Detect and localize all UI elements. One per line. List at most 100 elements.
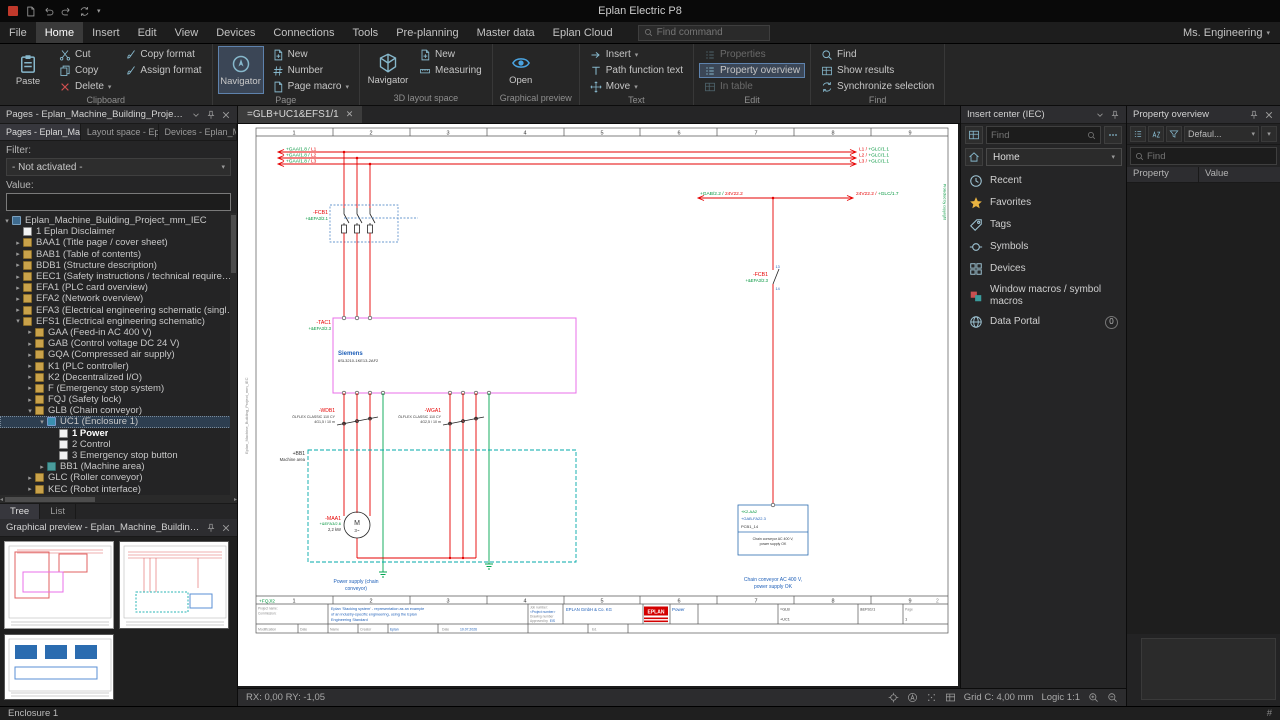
measuring-button[interactable]: Measuring [414, 63, 487, 78]
logic-scale[interactable]: Logic 1:1 [1041, 692, 1080, 703]
insert-center-item[interactable]: Data Portal 0 [961, 311, 1126, 333]
tree-item[interactable]: ▸ EFA3 (Electrical engineering schematic… [0, 305, 237, 316]
tree-expander-icon[interactable]: ▸ [13, 239, 23, 247]
preview-thumbnail-3[interactable] [4, 634, 114, 700]
copy-format-button[interactable]: Copy format [119, 47, 206, 62]
sync-icon[interactable] [79, 6, 90, 17]
tree-expander-icon[interactable]: ▸ [37, 463, 47, 471]
value-column-header[interactable]: Value [1199, 167, 1235, 182]
tree-item[interactable]: ▸ BAB1 (Table of contents) [0, 249, 237, 260]
pin-icon[interactable] [1110, 110, 1120, 120]
insert-center-item[interactable]: Devices [961, 258, 1126, 280]
scheme-dropdown-button[interactable]: ▾ [1261, 126, 1277, 142]
tree-expander-icon[interactable]: ▸ [13, 284, 23, 292]
tree-list-tab[interactable]: Tree [0, 504, 40, 519]
synchronize-selection-button[interactable]: Synchronize selection [816, 79, 939, 94]
list-view-button[interactable] [1130, 126, 1146, 142]
user-name[interactable]: Ms. Engineering [1183, 27, 1263, 39]
tree-item[interactable]: ▸ GAB (Control voltage DC 24 V) [0, 338, 237, 349]
property-table-body[interactable] [1127, 183, 1280, 634]
panel-tab[interactable]: Devices - Eplan_M... [159, 124, 237, 140]
tree-expander-icon[interactable]: ▸ [25, 328, 35, 336]
tree-item[interactable]: 1 Eplan Disclaimer [0, 226, 237, 237]
open-preview-button[interactable]: Open [498, 46, 544, 92]
user-chevron-icon[interactable]: ▾ [1266, 29, 1270, 37]
tree-item[interactable]: ▸ FQJ (Safety lock) [0, 394, 237, 405]
chevron-down-icon[interactable] [1095, 110, 1105, 120]
pin-icon[interactable] [1249, 110, 1259, 120]
tree-expander-icon[interactable]: ▸ [13, 306, 23, 314]
drawing-canvas[interactable]: 1 2 3 4 5 6 7 8 9 1 2 [238, 124, 958, 686]
tree-expander-icon[interactable]: ▸ [13, 261, 23, 269]
insert-center-item[interactable]: Symbols [961, 236, 1126, 258]
tree-expander-icon[interactable]: ▸ [25, 384, 35, 392]
insert-center-item[interactable]: Tags [961, 214, 1126, 236]
tree-item[interactable]: ▸ EEC1 (Safety instructions / technical … [0, 271, 237, 282]
menu-item[interactable]: Home [36, 22, 83, 43]
tree-expander-icon[interactable]: ▸ [25, 362, 35, 370]
object-snap-icon[interactable] [907, 692, 918, 703]
grid-snap-icon[interactable] [926, 692, 937, 703]
menu-item[interactable]: Insert [83, 22, 129, 43]
menu-item[interactable]: Tools [344, 22, 388, 43]
menu-item[interactable]: Master data [468, 22, 544, 43]
delete-button[interactable]: Delete▾ [54, 79, 116, 94]
page-number-button[interactable]: Number [267, 63, 354, 78]
undo-icon[interactable] [43, 6, 54, 17]
tree-expander-icon[interactable]: ▸ [25, 474, 35, 482]
save-icon[interactable] [25, 6, 36, 17]
property-column-header[interactable]: Property [1127, 167, 1199, 182]
menu-item[interactable]: Edit [129, 22, 166, 43]
grid-size[interactable]: Grid C: 4,00 mm [964, 692, 1034, 703]
tree-item[interactable]: ▸ K1 (PLC controller) [0, 360, 237, 371]
editor-tab[interactable]: =GLB+UC1&EFS1/1✕ [238, 106, 362, 123]
tree-item[interactable]: ▸ BAA1 (Title page / cover sheet) [0, 237, 237, 248]
tree-expander-icon[interactable]: ▸ [13, 250, 23, 258]
home-button[interactable] [965, 148, 983, 166]
menu-item[interactable]: Eplan Cloud [544, 22, 622, 43]
tree-item[interactable]: ▸ GAA (Feed-in AC 400 V) [0, 327, 237, 338]
pin-icon[interactable] [206, 523, 216, 533]
find-command-input[interactable] [657, 27, 764, 38]
scheme-select[interactable]: Defaul...▾ [1184, 126, 1259, 142]
menu-item[interactable]: Devices [207, 22, 264, 43]
tree-horizontal-scrollbar[interactable]: ◂▸ [0, 495, 237, 503]
tree-item[interactable]: ▸ BDB1 (Structure description) [0, 260, 237, 271]
in-table-button[interactable]: In table [699, 79, 805, 94]
preview-thumbnail-1[interactable] [4, 541, 114, 629]
tree-item[interactable]: ▸ EFA1 (PLC card overview) [0, 282, 237, 293]
layout-new-button[interactable]: New [414, 47, 487, 62]
find-button[interactable]: Find [816, 47, 939, 62]
tree-item[interactable]: ▸ K2 (Decentralized I/O) [0, 372, 237, 383]
text-move-button[interactable]: Move▾ [585, 79, 688, 94]
insert-center-search[interactable] [986, 126, 1101, 144]
tree-expander-icon[interactable]: ▸ [13, 295, 23, 303]
tree-item[interactable]: ▾ EFS1 (Electrical engineering schematic… [0, 316, 237, 327]
pin-icon[interactable] [206, 110, 216, 120]
tree-expander-icon[interactable]: ▸ [25, 485, 35, 493]
tree-item[interactable]: 1 Power [0, 428, 237, 439]
page-new-button[interactable]: New [267, 47, 354, 62]
grid-icon[interactable] [945, 692, 956, 703]
tree-expander-icon[interactable]: ▾ [2, 217, 12, 225]
insert-center-item[interactable]: Recent [961, 170, 1126, 192]
chevron-down-icon[interactable] [191, 110, 201, 120]
tree-expander-icon[interactable]: ▸ [13, 273, 23, 281]
tree-expander-icon[interactable]: ▾ [25, 407, 35, 415]
tree-expander-icon[interactable]: ▾ [13, 317, 23, 325]
sort-button[interactable] [1148, 126, 1164, 142]
crosshair-icon[interactable] [888, 692, 899, 703]
close-icon[interactable] [221, 110, 231, 120]
value-input[interactable] [6, 193, 231, 211]
page-navigator-button[interactable]: Navigator [218, 46, 264, 94]
property-search-input[interactable] [1147, 151, 1272, 162]
filter-select[interactable]: - Not activated -▾ [6, 158, 231, 176]
insert-center-item[interactable]: Window macros / symbol macros [961, 280, 1126, 311]
tree-item[interactable]: ▸ GLC (Roller conveyor) [0, 472, 237, 483]
close-icon[interactable] [221, 523, 231, 533]
tree-expander-icon[interactable]: ▾ [37, 418, 47, 426]
menu-item[interactable]: Connections [264, 22, 343, 43]
close-icon[interactable] [1264, 110, 1274, 120]
page-macro-button[interactable]: Page macro▾ [267, 79, 354, 94]
path-function-text-button[interactable]: Path function text [585, 63, 688, 78]
